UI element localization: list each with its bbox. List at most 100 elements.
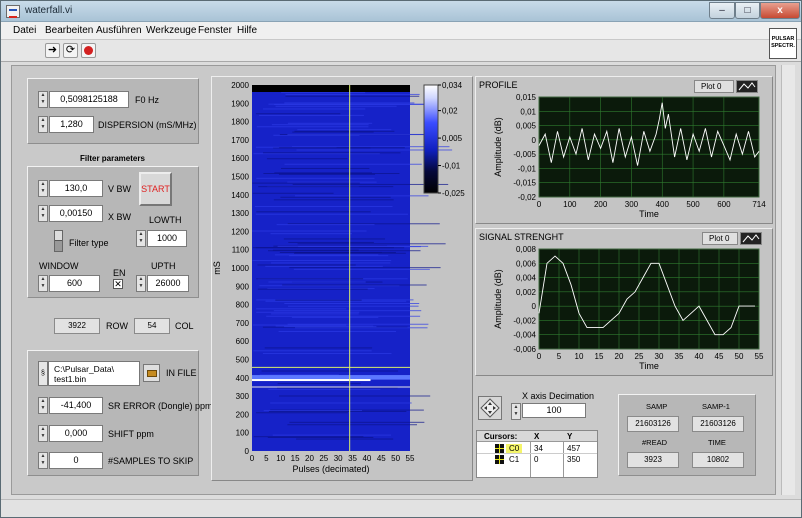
decimation-spinner[interactable]: ▲ ▼ [511,403,521,420]
cursor-c1-name[interactable]: C1 [506,455,522,464]
signal-graph: SIGNAL STRENGHT Plot 0 0,008 0,006 0,004 0,… [475,228,773,376]
signal-y-tick: -0,002 [513,316,536,325]
waterfall-plot[interactable]: 2000190018001700160015001400130012001100… [212,77,474,482]
infile-path-input[interactable]: C:\Pulsar_Data\ test1.bin [48,361,140,386]
xbw-input[interactable]: 0,00150 [49,205,103,222]
waterfall-x-tick: 20 [305,454,314,463]
cursor-c0-marker-icon[interactable] [495,444,504,453]
waterfall-y-tick: 1600 [231,154,249,163]
en-checkbox[interactable]: ✕ [113,279,123,289]
waterfall-y-tick: 800 [236,301,250,310]
waterfall-texture [293,268,430,270]
waterfall-texture [297,129,392,131]
waterfall-texture [275,105,397,107]
colorbar-tick: 0,005 [442,134,463,143]
waterfall-texture [273,199,394,201]
vi-window: waterfall.vi – □ x Datei Bearbeiten Ausf… [0,0,802,518]
maximize-button[interactable]: □ [735,2,760,19]
waterfall-texture [283,238,386,240]
signal-y-tick: 0,004 [516,274,537,283]
shift-spinner[interactable]: ▲ ▼ [38,425,48,442]
waterfall-texture [287,305,419,307]
col-label: COL [175,321,194,331]
waterfall-texture [271,313,359,315]
window-spinner[interactable]: ▲ ▼ [38,275,48,292]
profile-y-tick: -0,01 [518,164,537,173]
cursor-c0-name[interactable]: C0 [506,444,523,453]
cursor-move-pad-icon[interactable] [478,396,502,420]
lowth-input[interactable]: 1000 [147,230,187,247]
sr-error-spinner[interactable]: ▲ ▼ [38,397,48,414]
abort-stop-icon[interactable] [81,43,96,58]
close-button[interactable]: x [760,2,800,19]
waterfall-texture [258,114,364,116]
dispersion-input[interactable]: 1,280 [49,116,94,133]
profile-x-tick: 300 [625,200,639,209]
lowth-spinner[interactable]: ▲ ▼ [136,230,146,247]
xbw-spinner[interactable]: ▲ ▼ [38,205,48,222]
samp1-label: SAMP-1 [702,402,730,411]
menu-datei[interactable]: Datei [13,25,36,36]
profile-plot[interactable]: 0,0150,010,0050-0,005-0,01-0,015-0,020 10… [476,77,774,225]
waterfall-texture [252,192,334,194]
cursor-c1-y: 350 [567,455,581,464]
skip-input[interactable]: 0 [49,452,103,469]
waterfall-texture [275,299,362,301]
skip-spinner[interactable]: ▲ ▼ [38,452,48,469]
waterfall-y-label: mS [212,261,222,275]
waterfall-texture [289,421,425,423]
colorbar-tick: 0,034 [442,81,463,90]
profile-graph: PROFILE Plot 0 0,015 0,01 0,005 0 -0,005 -0,0… [475,76,773,224]
filter-params-title: Filter parameters [80,154,145,163]
signal-plot[interactable]: 0,0080,0060,0040,0020-0,002-0,004-0,0060… [476,229,774,377]
menu-ausfuehren[interactable]: Ausführen [96,25,142,36]
menu-fenster[interactable]: Fenster [198,25,232,36]
colorbar [423,84,439,194]
path-type-icon: § [38,361,48,386]
decimation-label: X axis Decimation [522,391,595,401]
run-arrow-icon[interactable]: ➜ [45,43,60,58]
waterfall-y-tick: 500 [236,356,250,365]
waterfall-texture [257,264,356,266]
window-input[interactable]: 600 [49,275,100,292]
waterfall-texture [256,177,375,179]
shift-input[interactable]: 0,000 [49,425,103,442]
upth-spinner[interactable]: ▲ ▼ [136,275,146,292]
menu-werkzeuge[interactable]: Werkzeuge [146,25,196,36]
vbw-spinner[interactable]: ▲ ▼ [38,180,48,197]
upth-input[interactable]: 26000 [147,275,189,292]
signal-x-tick: 5 [557,352,562,361]
run-continuously-icon[interactable]: ⟳ [63,43,78,58]
vertical-scrollbar[interactable] [781,65,795,495]
f0-input[interactable]: 0,5098125188 [49,91,129,108]
filter-type-toggle[interactable] [54,230,63,252]
start-button[interactable]: START [139,172,172,206]
waterfall-texture [294,327,428,329]
waterfall-x-tick: 55 [406,454,415,463]
waterfall-y-tick: 1500 [231,173,249,182]
menu-bearbeiten[interactable]: Bearbeiten [45,25,93,36]
minimize-button[interactable]: – [709,2,735,19]
waterfall-x-tick: 50 [391,454,400,463]
browse-folder-icon[interactable] [143,364,160,382]
waterfall-texture [257,288,368,290]
sr-error-input[interactable]: -41,400 [49,397,103,414]
profile-x-tick: 0 [537,200,542,209]
signal-x-tick: 50 [735,352,744,361]
signal-y-tick: 0,008 [516,245,537,254]
signal-y-tick: 0 [532,302,537,311]
dispersion-spinner[interactable]: ▲ ▼ [38,116,48,133]
waterfall-texture [255,113,341,115]
waterfall-texture [276,387,398,389]
front-panel: ▲ ▼ 0,5098125188 F0 Hz ▲ ▼ 1,280 DISPERSIO… [11,65,776,495]
menu-hilfe[interactable]: Hilfe [237,25,257,36]
samp-label: SAMP [646,402,668,411]
logo-line2: SPECTR. [771,43,795,49]
dispersion-label: DISPERSION (mS/MHz) [98,120,197,130]
cursor-c1-marker-icon[interactable] [495,455,504,464]
waterfall-texture [272,249,359,251]
decimation-input[interactable]: 100 [522,403,586,418]
vbw-input[interactable]: 130,0 [49,180,103,197]
f0-spinner[interactable]: ▲ ▼ [38,91,48,108]
waterfall-texture [253,350,372,352]
